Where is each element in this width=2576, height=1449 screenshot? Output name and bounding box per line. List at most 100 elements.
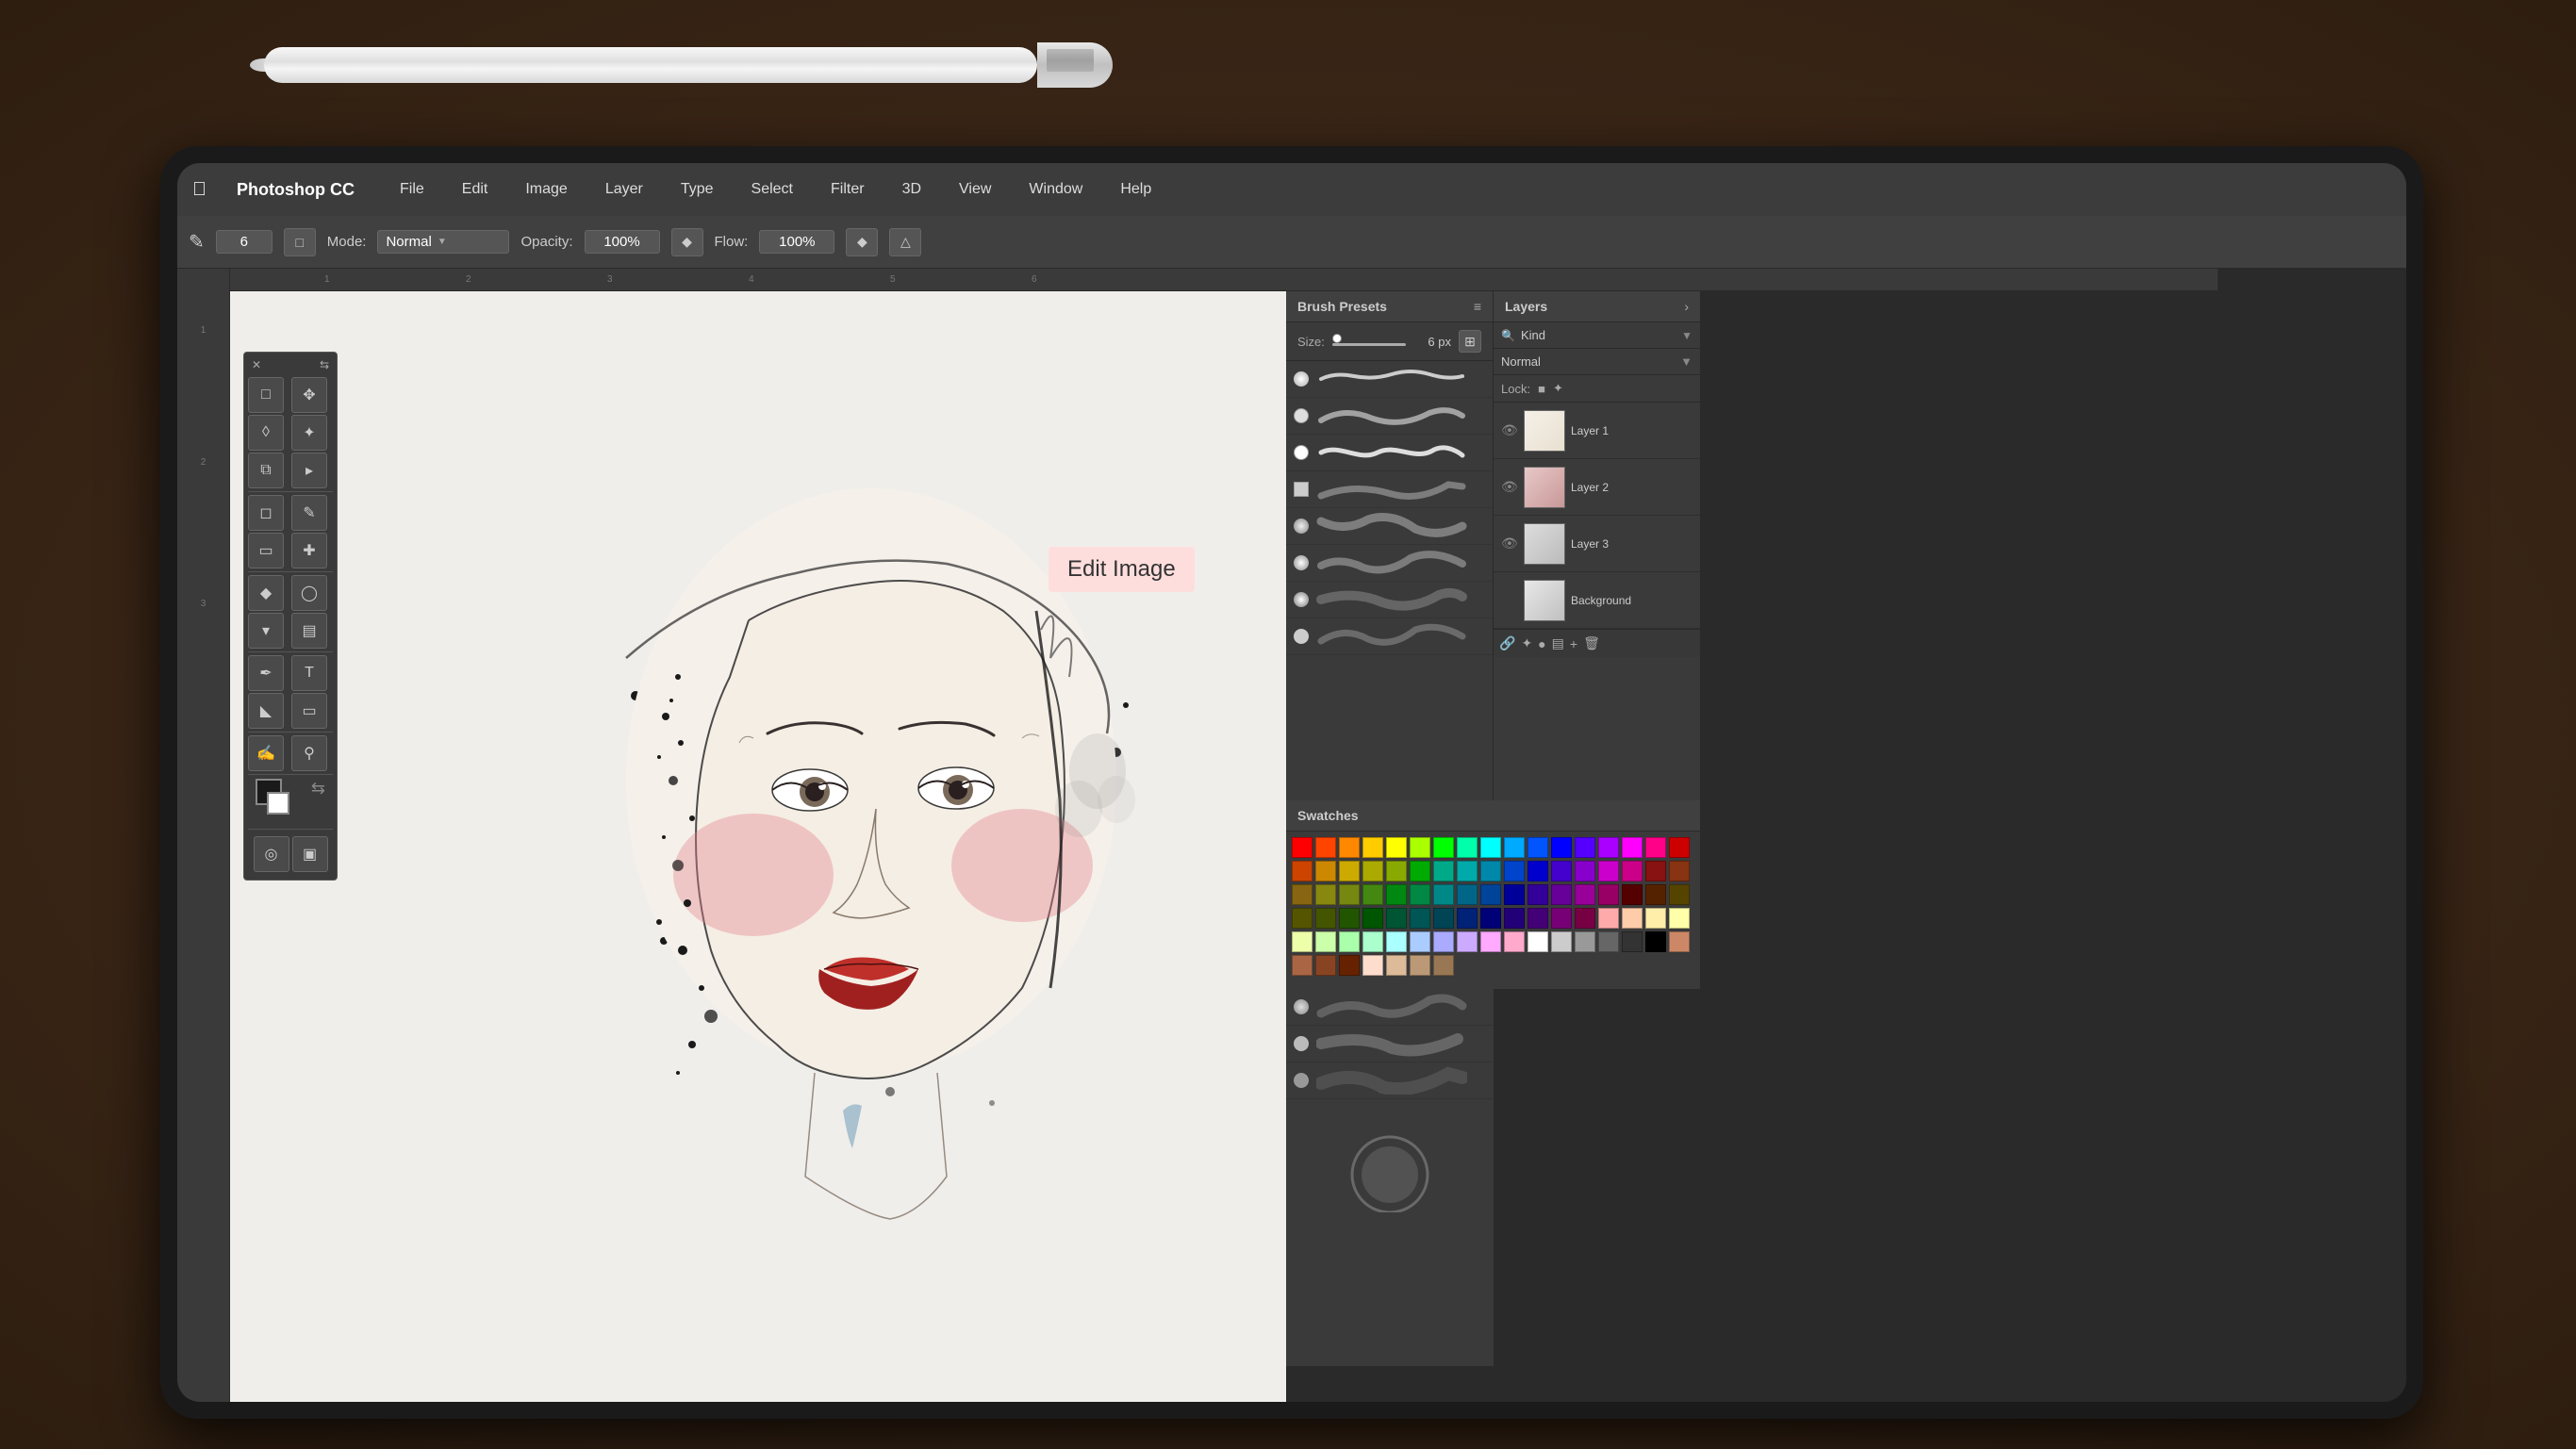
swatch-cell-9[interactable]	[1504, 837, 1525, 858]
swatch-cell-86[interactable]	[1315, 955, 1336, 976]
swatch-cell-13[interactable]	[1598, 837, 1619, 858]
brush-item-7[interactable]	[1286, 582, 1493, 618]
swatch-cell-14[interactable]	[1622, 837, 1643, 858]
brush-tool[interactable]: ✎	[291, 495, 327, 531]
swatch-cell-35[interactable]	[1315, 884, 1336, 905]
swatch-cell-49[interactable]	[1645, 884, 1666, 905]
zoom-tool[interactable]: ⚲	[291, 735, 327, 771]
swatch-cell-57[interactable]	[1433, 908, 1454, 929]
swatch-cell-27[interactable]	[1527, 861, 1548, 881]
swatch-cell-46[interactable]	[1575, 884, 1595, 905]
hand-tool[interactable]: ✍	[248, 735, 284, 771]
swatch-cell-68[interactable]	[1292, 931, 1313, 952]
swatch-cell-34[interactable]	[1292, 884, 1313, 905]
toolbox-close-icon[interactable]: ✕	[252, 358, 261, 371]
swatch-cell-78[interactable]	[1527, 931, 1548, 952]
swatch-cell-73[interactable]	[1410, 931, 1430, 952]
menu-help[interactable]: Help	[1113, 177, 1159, 202]
layers-mode-arrow-icon[interactable]: ▼	[1680, 354, 1693, 369]
menu-select[interactable]: Select	[744, 177, 801, 202]
swatch-cell-58[interactable]	[1457, 908, 1478, 929]
swatch-cell-20[interactable]	[1362, 861, 1383, 881]
swatch-cell-62[interactable]	[1551, 908, 1572, 929]
swatch-cell-82[interactable]	[1622, 931, 1643, 952]
swatch-cell-83[interactable]	[1645, 931, 1666, 952]
swatch-cell-72[interactable]	[1386, 931, 1407, 952]
delete-layer-icon[interactable]: 🗑	[1583, 635, 1600, 651]
layers-kind-dropdown[interactable]: Kind	[1521, 328, 1676, 342]
brush-size-slider-thumb[interactable]	[1332, 334, 1342, 343]
menu-filter[interactable]: Filter	[823, 177, 872, 202]
swatch-cell-81[interactable]	[1598, 931, 1619, 952]
swatch-cell-87[interactable]	[1339, 955, 1360, 976]
brush-item-2[interactable]	[1286, 398, 1493, 435]
brush-settings-icon[interactable]: ⊞	[1459, 330, 1481, 353]
swatch-cell-85[interactable]	[1292, 955, 1313, 976]
swatch-cell-3[interactable]	[1362, 837, 1383, 858]
swatch-cell-18[interactable]	[1315, 861, 1336, 881]
swatch-cell-11[interactable]	[1551, 837, 1572, 858]
swatch-cell-2[interactable]	[1339, 837, 1360, 858]
swatch-cell-74[interactable]	[1433, 931, 1454, 952]
layer-item-4[interactable]: 👁 Background	[1494, 572, 1700, 629]
swatch-cell-22[interactable]	[1410, 861, 1430, 881]
background-color[interactable]	[267, 792, 289, 815]
swatch-cell-91[interactable]	[1433, 955, 1454, 976]
swatch-cell-42[interactable]	[1480, 884, 1501, 905]
swatch-cell-39[interactable]	[1410, 884, 1430, 905]
swatch-cell-37[interactable]	[1362, 884, 1383, 905]
pen-tool[interactable]: ✒	[248, 655, 284, 691]
swatch-cell-70[interactable]	[1339, 931, 1360, 952]
opacity-input[interactable]: 100%	[585, 230, 660, 254]
swatch-cell-19[interactable]	[1339, 861, 1360, 881]
swatch-cell-16[interactable]	[1669, 837, 1690, 858]
swatch-cell-76[interactable]	[1480, 931, 1501, 952]
swatch-cell-60[interactable]	[1504, 908, 1525, 929]
canvas-area[interactable]	[230, 291, 1286, 1402]
bucket-tool[interactable]: ▾	[248, 613, 284, 649]
swatch-cell-4[interactable]	[1386, 837, 1407, 858]
menu-3d[interactable]: 3D	[895, 177, 929, 202]
brush-cont-item-2[interactable]	[1286, 1026, 1494, 1062]
swatch-cell-1[interactable]	[1315, 837, 1336, 858]
edit-image-label[interactable]: Edit Image	[1049, 547, 1195, 592]
add-group-icon[interactable]: ▤	[1552, 635, 1564, 651]
swatch-cell-7[interactable]	[1457, 837, 1478, 858]
clone-stamp-tool[interactable]: ▭	[248, 533, 284, 568]
swatch-cell-28[interactable]	[1551, 861, 1572, 881]
brush-picker-button[interactable]: □	[284, 228, 316, 256]
swatch-cell-23[interactable]	[1433, 861, 1454, 881]
eyedropper-tool[interactable]: ▸	[291, 453, 327, 488]
dodge-tool[interactable]: ◯	[291, 575, 327, 611]
swatch-cell-48[interactable]	[1622, 884, 1643, 905]
menu-type[interactable]: Type	[673, 177, 721, 202]
gradient-tool[interactable]: ▤	[291, 613, 327, 649]
brush-cont-item-1[interactable]	[1286, 989, 1494, 1026]
swatch-cell-61[interactable]	[1527, 908, 1548, 929]
swatch-cell-71[interactable]	[1362, 931, 1383, 952]
swatch-cell-59[interactable]	[1480, 908, 1501, 929]
text-tool[interactable]: T	[291, 655, 327, 691]
brush-size-slider[interactable]	[1332, 343, 1406, 346]
add-mask-icon[interactable]: ●	[1538, 636, 1545, 651]
swatch-cell-75[interactable]	[1457, 931, 1478, 952]
color-selector[interactable]: ⇆	[248, 779, 333, 826]
swatch-cell-44[interactable]	[1527, 884, 1548, 905]
toolbox-arrows-icon[interactable]: ⇆	[320, 358, 329, 371]
menu-edit[interactable]: Edit	[454, 177, 496, 202]
swatch-cell-80[interactable]	[1575, 931, 1595, 952]
swatch-cell-36[interactable]	[1339, 884, 1360, 905]
swatch-cell-8[interactable]	[1480, 837, 1501, 858]
swatch-cell-43[interactable]	[1504, 884, 1525, 905]
swatch-cell-25[interactable]	[1480, 861, 1501, 881]
brush-size-input[interactable]: 6	[216, 230, 272, 254]
swatch-cell-54[interactable]	[1362, 908, 1383, 929]
brush-item-1[interactable]	[1286, 361, 1493, 398]
swatch-cell-21[interactable]	[1386, 861, 1407, 881]
swatch-cell-66[interactable]	[1645, 908, 1666, 929]
flow-icon2[interactable]: △	[889, 228, 921, 256]
swatch-cell-10[interactable]	[1527, 837, 1548, 858]
swatch-cell-33[interactable]	[1669, 861, 1690, 881]
brush-presets-menu-icon[interactable]: ≡	[1474, 299, 1481, 314]
flow-icon1[interactable]: ◆	[846, 228, 878, 256]
